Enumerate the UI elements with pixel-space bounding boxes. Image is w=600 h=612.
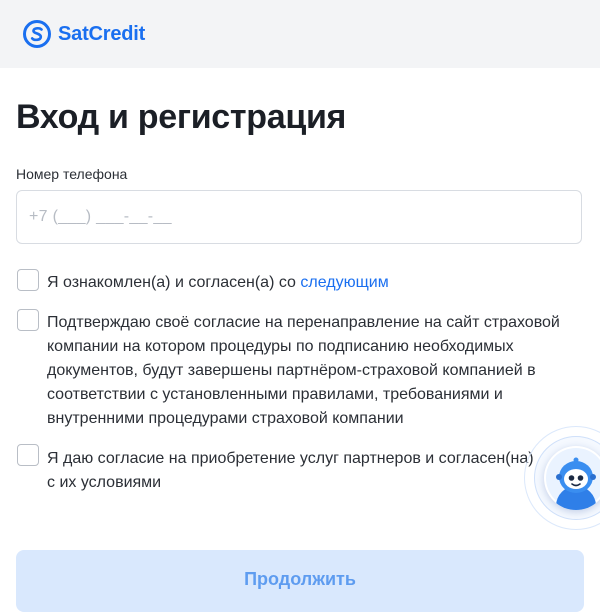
consent-text-terms: Я ознакомлен(а) и согласен(а) со следующ… xyxy=(47,271,572,295)
site-header: SatCredit xyxy=(0,0,600,68)
logo-text: SatCredit xyxy=(58,22,146,45)
phone-label: Номер телефона xyxy=(16,166,128,182)
consent-text-redirect: Подтверждаю своё согласие на перенаправл… xyxy=(47,314,560,427)
terms-link[interactable]: следующим xyxy=(300,274,388,291)
satcredit-logo[interactable]: SatCredit xyxy=(23,20,145,48)
phone-input[interactable] xyxy=(16,190,582,244)
continue-button[interactable]: Продолжить xyxy=(16,550,584,612)
consent-checkbox-redirect[interactable] xyxy=(17,309,39,331)
logo-icon xyxy=(23,20,51,48)
page-title: Вход и регистрация xyxy=(16,98,347,136)
robot-assistant-icon xyxy=(546,448,600,510)
consent-checkbox-partners[interactable] xyxy=(17,444,39,466)
consent-checkbox-terms[interactable] xyxy=(17,269,39,291)
consent-text-terms-label: Я ознакомлен(а) и согласен(а) со xyxy=(47,274,301,291)
consent-text-partners: Я даю согласие на приобретение услуг пар… xyxy=(47,450,534,491)
chat-assistant-button[interactable] xyxy=(544,446,600,510)
